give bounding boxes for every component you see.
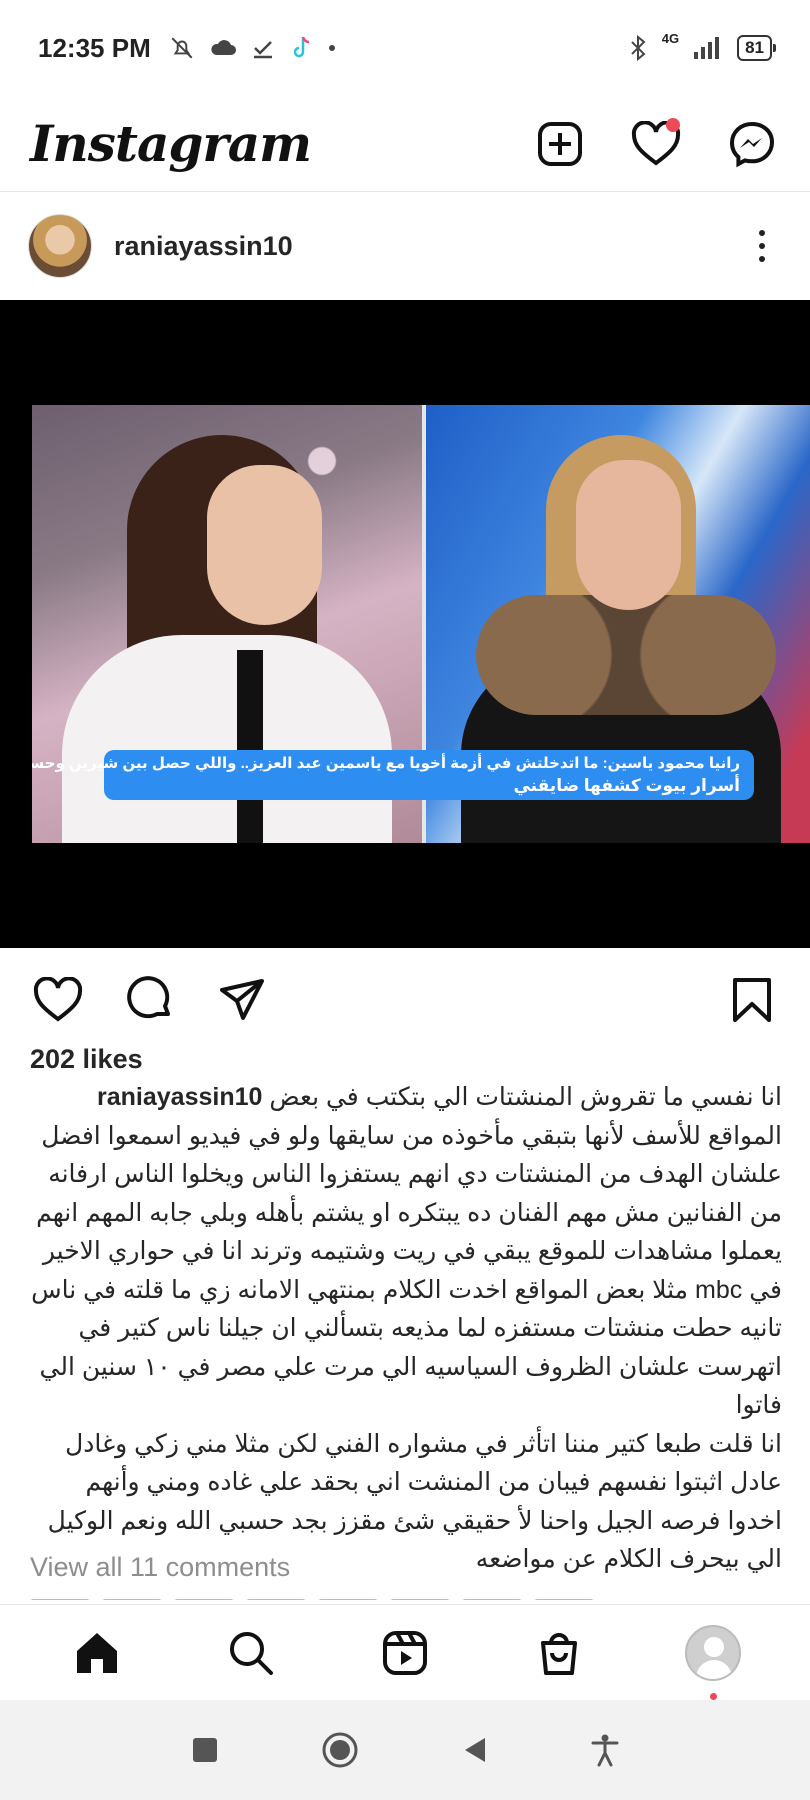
battery-icon: 81 <box>737 35 776 61</box>
caption-line: انا قلت طبعا كتير مننا اتأثر في مشواره ا… <box>65 1429 782 1458</box>
caption-line: من الفنانين مش مهم الفنان ده يبتكره او ي… <box>36 1198 782 1227</box>
comment-button[interactable] <box>122 972 178 1028</box>
caption-line: يعملوا مشاهدات للموقع يبقي في ريت وشتيمه… <box>42 1237 782 1265</box>
profile-avatar <box>685 1624 741 1681</box>
messenger-button[interactable] <box>724 116 780 172</box>
likes-count[interactable]: 202 likes <box>30 1044 143 1075</box>
status-system-icons: 4G 81 <box>628 31 776 61</box>
status-notification-icons <box>169 35 337 61</box>
network-type: 4G <box>661 31 680 46</box>
back-button[interactable] <box>460 1735 490 1765</box>
profile-notification-dot <box>710 1692 717 1700</box>
android-navigation-bar <box>0 1700 810 1800</box>
caption-username[interactable]: raniayassin10 <box>97 1083 262 1111</box>
mute-icon <box>171 37 193 59</box>
bottom-navigation <box>0 1604 810 1700</box>
nav-shop[interactable] <box>529 1623 589 1683</box>
tiktok-icon <box>293 36 309 58</box>
home-button[interactable] <box>320 1730 360 1770</box>
dot-icon <box>328 45 335 51</box>
recents-button[interactable] <box>190 1735 220 1765</box>
reels-icon <box>383 1630 427 1675</box>
bluetooth-icon <box>631 35 646 61</box>
accessibility-button[interactable] <box>590 1733 620 1767</box>
like-button[interactable] <box>30 972 86 1028</box>
messenger-icon <box>729 121 775 167</box>
lower-third-subtitle: أسرار بيوت كشفها ضايقني <box>513 776 740 795</box>
new-post-icon <box>538 121 582 166</box>
post-media[interactable]: رانيا محمود ياسين: ما اتدخلتش في أزمة أخ… <box>0 300 810 948</box>
caption-line: عادل اثبتوا نفسهم فيبان من المنشت اني بح… <box>85 1468 782 1496</box>
caption-line: تانيه حطت منشتات مستفزه لما مذيعه بتسألن… <box>78 1314 782 1342</box>
activity-button[interactable] <box>628 116 684 172</box>
home-icon <box>77 1632 117 1673</box>
share-icon <box>220 979 264 1020</box>
instagram-logo[interactable]: Instagram <box>30 114 312 173</box>
shop-icon <box>541 1632 577 1675</box>
caption-line: اتهرست علشان الظروف السياسيه الي مرت علي… <box>39 1352 783 1420</box>
status-time: 12:35 PM <box>38 32 151 63</box>
video-frame: رانيا محمود ياسين: ما اتدخلتش في أزمة أخ… <box>32 405 810 843</box>
caption-line: علشان الهدف من المنشتات دي انهم يستفزوا … <box>48 1160 782 1188</box>
view-all-comments-link[interactable]: View all 11 comments <box>30 1552 290 1583</box>
new-post-button[interactable] <box>532 116 588 172</box>
caption-line: المواقع للأسف لأنها بتبقي مأخوذه من سايق… <box>41 1121 782 1150</box>
download-icon <box>253 41 272 59</box>
notification-dot <box>666 117 680 132</box>
nav-profile[interactable] <box>683 1623 743 1700</box>
post-author-avatar[interactable] <box>28 214 92 278</box>
next-comment-peek <box>30 1592 790 1600</box>
post-header: raniayassin10 <box>0 196 810 296</box>
nav-home[interactable] <box>67 1623 127 1683</box>
app-header: Instagram <box>0 96 810 192</box>
search-icon <box>230 1631 273 1675</box>
caption-line-text: انا نفسي ما تقروش المنشتات الي بتكتب في … <box>269 1083 782 1111</box>
post-actions <box>0 960 810 1040</box>
bookmark-icon <box>733 978 771 1022</box>
like-icon <box>33 977 83 1022</box>
status-bar: 12:35 PM 4G 81 <box>0 0 810 96</box>
tv-lower-third: رانيا محمود ياسين: ما اتدخلتش في أزمة أخ… <box>32 750 754 800</box>
nav-reels[interactable] <box>375 1623 435 1683</box>
header-actions <box>532 116 780 172</box>
post-author-username[interactable]: raniayassin10 <box>114 231 293 262</box>
cloud-icon <box>211 40 236 55</box>
comment-icon <box>127 976 170 1019</box>
share-button[interactable] <box>214 972 270 1028</box>
caption-line: في mbc مثلا بعض المواقع اخدت الكلام بمنت… <box>31 1275 782 1304</box>
save-button[interactable] <box>724 972 780 1028</box>
lower-third-headline: رانيا محمود ياسين: ما اتدخلتش في أزمة أخ… <box>32 755 740 772</box>
caption-line: انا نفسي ما تقروش المنشتات الي بتكتب في … <box>30 1078 782 1117</box>
nav-search[interactable] <box>221 1623 281 1683</box>
post-caption: انا نفسي ما تقروش المنشتات الي بتكتب في … <box>30 1078 782 1579</box>
caption-line: اخدوا فرصه الجيل واحنا لأ حقيقي شئ مقزز … <box>47 1506 782 1535</box>
signal-icon <box>694 37 720 59</box>
more-vertical-icon[interactable] <box>742 216 782 276</box>
